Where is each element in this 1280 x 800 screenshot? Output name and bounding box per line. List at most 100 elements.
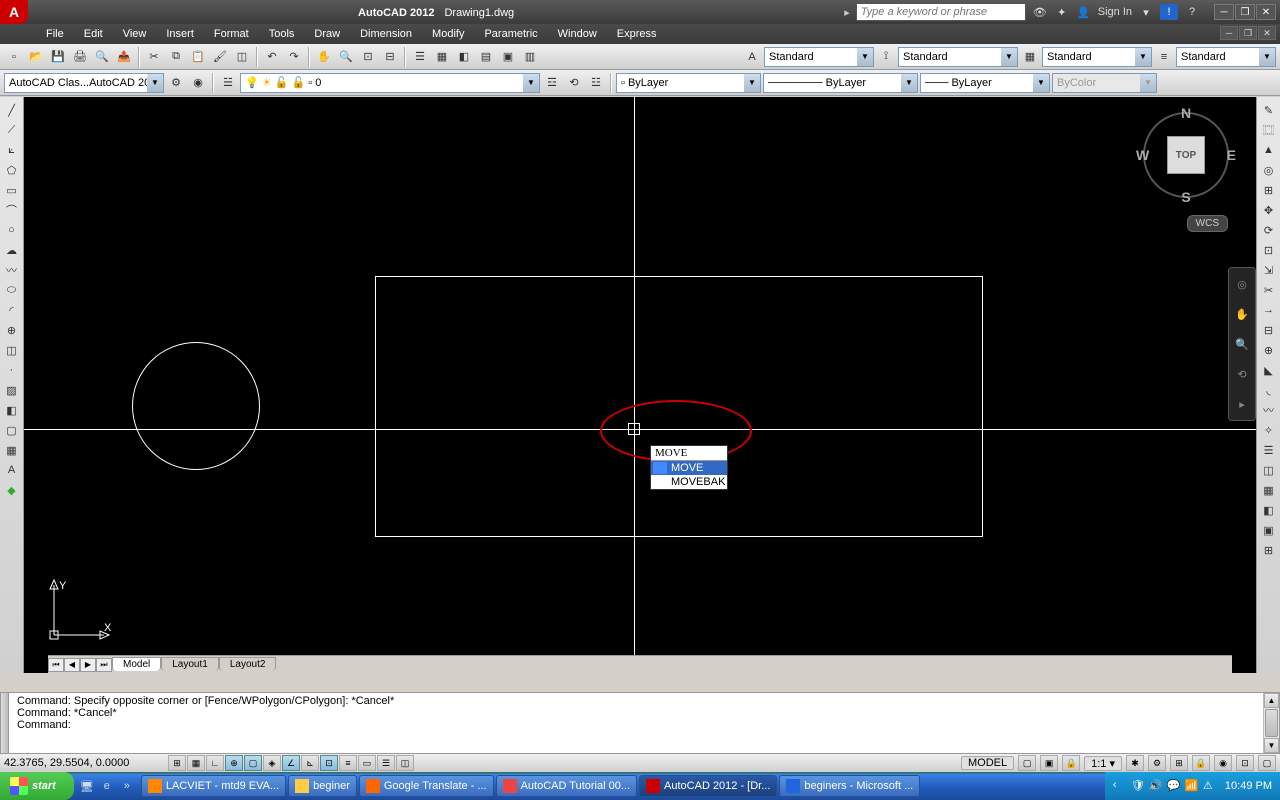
lwt-toggle[interactable]: ≡ <box>339 755 357 771</box>
orbit-nav-icon[interactable]: ⟲ <box>1232 364 1252 384</box>
tray-chevron-icon[interactable]: ‹ <box>1113 779 1127 793</box>
blend-icon[interactable]: 〰 <box>1259 401 1279 419</box>
cmd-prompt[interactable]: Command: <box>17 719 1273 731</box>
ie-icon[interactable]: e <box>98 776 116 796</box>
hatch-icon[interactable]: ▨ <box>2 381 22 399</box>
sheetset-icon[interactable]: ▤ <box>476 47 496 67</box>
block-icon[interactable]: ◫ <box>232 47 252 67</box>
sc-toggle[interactable]: ◫ <box>396 755 414 771</box>
textstyle-combo[interactable]: Standard▼ <box>764 47 874 67</box>
start-button[interactable]: start <box>0 772 74 800</box>
cleanscreen-icon[interactable]: ▢ <box>1258 755 1276 771</box>
explode-icon[interactable]: ✧ <box>1259 421 1279 439</box>
open-icon[interactable]: 📂 <box>26 47 46 67</box>
compass-n[interactable]: N <box>1181 105 1191 121</box>
showmotion-icon[interactable]: ▸ <box>1232 394 1252 414</box>
otrack-toggle[interactable]: ∠ <box>282 755 300 771</box>
modify-icon-z[interactable]: ◧ <box>1259 501 1279 519</box>
qp-toggle[interactable]: ☰ <box>377 755 395 771</box>
dimstyle-icon[interactable]: ⟟ <box>876 47 896 67</box>
scale-icon[interactable]: ⊡ <box>1259 241 1279 259</box>
new-icon[interactable]: ▫ <box>4 47 24 67</box>
modify-icon-x[interactable]: ◫ <box>1259 461 1279 479</box>
doc-restore-button[interactable]: ❐ <box>1239 26 1257 40</box>
taskbar-item[interactable]: AutoCAD 2012 - [Dr... <box>639 775 777 797</box>
autocomplete-item[interactable]: MOVEBAK <box>651 475 727 489</box>
modify-icon-w[interactable]: ▣ <box>1259 521 1279 539</box>
menu-dimension[interactable]: Dimension <box>350 28 422 40</box>
showdesktop-icon[interactable]: 🖥 <box>78 776 96 796</box>
app-logo[interactable]: A <box>0 0 28 24</box>
isolate-icon[interactable]: ⊡ <box>1236 755 1254 771</box>
zoom-window-icon[interactable]: ⊡ <box>358 47 378 67</box>
stretch-icon[interactable]: ⇲ <box>1259 261 1279 279</box>
save-icon[interactable]: 💾 <box>48 47 68 67</box>
arc-icon[interactable]: ⌒ <box>2 201 22 219</box>
command-autocomplete[interactable]: MOVE MOVE MOVEBAK <box>650 445 728 490</box>
revcloud-icon[interactable]: ☁ <box>2 241 22 259</box>
redo-icon[interactable]: ↷ <box>284 47 304 67</box>
toolbar-lock-icon[interactable]: 🔒 <box>1192 755 1210 771</box>
zoom-realtime-icon[interactable]: 🔍 <box>336 47 356 67</box>
spline-icon[interactable]: 〰 <box>2 261 22 279</box>
workspace-save-icon[interactable]: ◉ <box>188 73 208 93</box>
preview-icon[interactable]: 🔍 <box>92 47 112 67</box>
markup-icon[interactable]: ▣ <box>498 47 518 67</box>
compass-e[interactable]: E <box>1227 147 1236 163</box>
taskbar-item[interactable]: beginers - Microsoft ... <box>779 775 920 797</box>
mlstyle-icon[interactable]: ≡ <box>1154 47 1174 67</box>
coordinates-readout[interactable]: 42.3765, 29.5504, 0.0000 <box>4 757 164 769</box>
tray-icon[interactable]: 💬 <box>1167 779 1181 793</box>
tray-icon[interactable]: 🛡 <box>1131 779 1145 793</box>
restore-button[interactable]: ❐ <box>1235 4 1255 20</box>
region-icon[interactable]: ▢ <box>2 421 22 439</box>
polyline-icon[interactable]: ⟀ <box>2 141 22 159</box>
ducs-toggle[interactable]: ⊾ <box>301 755 319 771</box>
signin-link[interactable]: Sign In <box>1098 6 1132 18</box>
menu-insert[interactable]: Insert <box>156 28 204 40</box>
menu-tools[interactable]: Tools <box>259 28 305 40</box>
cmd-grip[interactable] <box>1 693 9 753</box>
mtext-icon[interactable]: A <box>2 461 22 479</box>
doc-minimize-button[interactable]: ─ <box>1220 26 1238 40</box>
fullnav-icon[interactable]: ◎ <box>1232 274 1252 294</box>
tab-layout1[interactable]: Layout1 <box>161 657 219 671</box>
tab-first-icon[interactable]: ⏮ <box>48 658 64 672</box>
layer-manager-icon[interactable]: ☱ <box>218 73 238 93</box>
drawing-canvas[interactable]: MOVE MOVE MOVEBAK Y X TOP N S E W WCS ◎ … <box>24 97 1256 673</box>
grid-toggle[interactable]: ▦ <box>187 755 205 771</box>
designcenter-icon[interactable]: ▦ <box>432 47 452 67</box>
undo-icon[interactable]: ↶ <box>262 47 282 67</box>
insertblock-icon[interactable]: ⊕ <box>2 321 22 339</box>
tab-layout2[interactable]: Layout2 <box>219 657 277 671</box>
menu-modify[interactable]: Modify <box>422 28 474 40</box>
help-icon[interactable]: ? <box>1184 4 1200 20</box>
autocomplete-item[interactable]: MOVE <box>651 461 727 475</box>
color-combo[interactable]: ▫ ByLayer▼ <box>616 73 761 93</box>
polygon-icon[interactable]: ⬠ <box>2 161 22 179</box>
paste-icon[interactable]: 📋 <box>188 47 208 67</box>
taskbar-item[interactable]: Google Translate - ... <box>359 775 494 797</box>
xline-icon[interactable]: ⟋ <box>2 121 22 139</box>
clock[interactable]: 10:49 PM <box>1225 780 1272 792</box>
close-button[interactable]: ✕ <box>1256 4 1276 20</box>
dropdown-icon[interactable]: ▾ <box>1138 4 1154 20</box>
join-icon[interactable]: ⊕ <box>1259 341 1279 359</box>
zoom-nav-icon[interactable]: 🔍 <box>1232 334 1252 354</box>
menu-draw[interactable]: Draw <box>304 28 350 40</box>
doc-close-button[interactable]: ✕ <box>1258 26 1276 40</box>
zoom-prev-icon[interactable]: ⊟ <box>380 47 400 67</box>
osnap-toggle[interactable]: ▢ <box>244 755 262 771</box>
addselect-icon[interactable]: ◆ <box>2 481 22 499</box>
command-window[interactable]: Command: Specify opposite corner or [Fen… <box>0 692 1280 754</box>
quickview-layouts-icon[interactable]: ▢ <box>1018 755 1036 771</box>
ellipsearc-icon[interactable]: ◜ <box>2 301 22 319</box>
pan-icon[interactable]: ✋ <box>314 47 334 67</box>
circle-object[interactable] <box>132 342 260 470</box>
print-icon[interactable]: 🖨 <box>70 47 90 67</box>
dimstyle-combo[interactable]: Standard▼ <box>898 47 1018 67</box>
dyn-toggle[interactable]: ⊡ <box>320 755 338 771</box>
ellipse-icon[interactable]: ⬭ <box>2 281 22 299</box>
copy-obj-icon[interactable]: ⿴ <box>1259 121 1279 139</box>
modify-icon-v[interactable]: ⊞ <box>1259 541 1279 559</box>
